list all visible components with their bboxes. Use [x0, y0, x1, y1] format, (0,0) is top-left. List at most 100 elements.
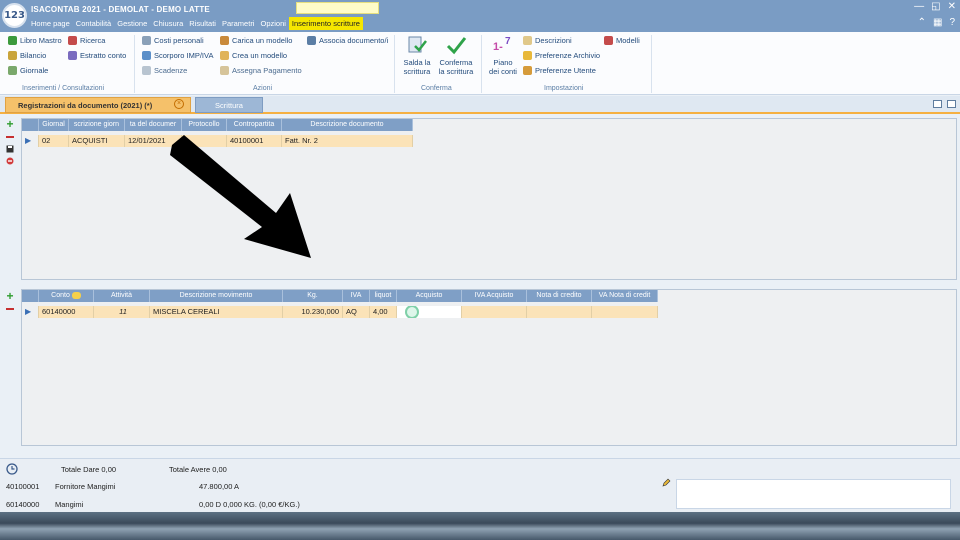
col-data-documento[interactable]: ta del documer [125, 119, 182, 131]
col-descrizione-giornale[interactable]: scrizione giorn [69, 119, 125, 131]
user-preferences-icon [523, 66, 532, 75]
conferma-scrittura-button[interactable]: Conferma la scrittura [436, 34, 476, 76]
bilancio-button[interactable]: Bilancio [8, 51, 46, 60]
tab-registrazioni[interactable]: Registrazioni da documento (2021) (*) [5, 97, 191, 113]
salda-scrittura-button[interactable]: Salda la scrittura [400, 34, 434, 76]
libro-mastro-button[interactable]: Libro Mastro [8, 36, 62, 45]
col-iva-nota-credito[interactable]: VA Nota di credit [592, 290, 658, 302]
remove-row-icon[interactable] [6, 308, 14, 310]
window-controls: — ◱ ✕ [914, 1, 956, 12]
row-indicator-header [22, 119, 39, 131]
menu-gestione[interactable]: Gestione [114, 17, 150, 30]
collapse-ribbon-icon[interactable]: ⌃ [918, 17, 926, 28]
crea-modello-button[interactable]: Crea un modello [220, 51, 287, 60]
footer-descrizione-1: Fornitore Mangimi [55, 482, 116, 491]
add-row-icon[interactable]: + [6, 118, 13, 130]
footer-descrizione-2: Mangimi [55, 500, 84, 509]
col-kg[interactable]: Kg. [283, 290, 343, 302]
footer-conto-1: 40100001 [6, 482, 40, 491]
menu-parametri[interactable]: Parametri [219, 17, 258, 30]
menu-home-page[interactable]: Home page [28, 17, 73, 30]
chart-of-accounts-icon: 1- 7 [493, 36, 511, 53]
quick-search-field[interactable] [296, 2, 379, 14]
save-icon[interactable] [6, 145, 14, 153]
group-label-impostazioni: Impostazioni [544, 85, 584, 92]
row-pointer-icon: ▶ [22, 306, 39, 318]
col-attivita[interactable]: Attività [94, 290, 150, 302]
calculator-icon [142, 51, 151, 60]
app-logo: 123 [2, 3, 27, 28]
bottom-grid-tools: + [6, 290, 14, 313]
col-nota-credito[interactable]: Nota di credito [527, 290, 592, 302]
cancel-icon[interactable] [6, 157, 14, 165]
assegna-pagamento-button[interactable]: Assegna Pagamento [220, 66, 302, 75]
carica-modello-button[interactable]: Carica un modello [220, 36, 292, 45]
totale-dare: Totale Dare 0,00 [61, 465, 117, 474]
scadenze-button[interactable]: Scadenze [142, 66, 187, 75]
menu-inserimento-scritture[interactable]: Inserimento scritture [288, 17, 363, 30]
scorporo-iva-button[interactable]: Scorporo IMP/IVA [142, 51, 213, 60]
row-pointer-icon: ▶ [22, 135, 39, 147]
templates-icon [604, 36, 613, 45]
menu-contabilita[interactable]: Contabilità [73, 17, 114, 30]
app-title: ISACONTAB 2021 - DEMOLAT - DEMO LATTE [31, 5, 210, 14]
col-contropartita[interactable]: Contropartita [227, 119, 282, 131]
split-view-icon[interactable] [947, 100, 956, 108]
col-iva[interactable]: IVA [343, 290, 370, 302]
descrizioni-button[interactable]: Descrizioni [523, 36, 572, 45]
preferenze-archivio-button[interactable]: Preferenze Archivio [523, 51, 600, 60]
menu-chiusura[interactable]: Chiusura [150, 17, 186, 30]
acquisto-edit-cell[interactable] [397, 306, 462, 318]
annotation-arrow-icon [170, 135, 311, 258]
folder-icon [523, 51, 532, 60]
close-icon[interactable]: ✕ [948, 1, 956, 12]
piano-conti-button[interactable]: 1- 7 Piano dei conti [487, 34, 519, 76]
comment-icon [71, 291, 81, 299]
col-iva-acquisto[interactable]: IVA Acquisto [462, 290, 527, 302]
ricerca-button[interactable]: Ricerca [68, 36, 105, 45]
attach-icon [307, 36, 316, 45]
svg-text:1-: 1- [493, 41, 503, 53]
menu-opzioni[interactable]: Opzioni [257, 17, 288, 30]
col-acquisto[interactable]: Acquisto [397, 290, 462, 302]
minimize-icon[interactable]: — [914, 1, 924, 12]
secondary-controls: ⌃ ▦ ? [918, 17, 955, 28]
menu-risultati[interactable]: Risultati [186, 17, 219, 30]
notes-field[interactable] [676, 479, 951, 509]
col-protocollo[interactable]: Protocollo [182, 119, 227, 131]
footer-valore-1: 47.800,00 A [199, 482, 240, 491]
help-icon[interactable]: ? [949, 17, 955, 28]
movement-grid-panel: Conto Attività Descrizione movimento Kg.… [21, 289, 957, 446]
restore-icon[interactable]: ◱ [931, 1, 940, 12]
ribbon: Libro Mastro Ricerca Bilancio Estratto c… [0, 32, 960, 95]
costi-personali-button[interactable]: Costi personali [142, 36, 204, 45]
book-icon [8, 36, 17, 45]
giornale-button[interactable]: Giornale [8, 66, 48, 75]
add-row-icon[interactable]: + [6, 290, 13, 302]
col-descrizione-movimento[interactable]: Descrizione movimento [150, 290, 283, 302]
pencil-icon[interactable] [662, 478, 671, 487]
ribbon-separator [394, 35, 395, 93]
people-icon [142, 36, 151, 45]
document-grid-header: Giornal scrizione giorn ta del documer P… [22, 119, 413, 131]
calculator-icon[interactable]: ▦ [933, 17, 942, 28]
table-row[interactable]: ▶ 60140000 11 MISCELA CEREALI 10.230,000… [22, 306, 658, 318]
col-aliquota[interactable]: liquot [370, 290, 397, 302]
col-conto[interactable]: Conto [39, 290, 94, 302]
preferenze-utente-button[interactable]: Preferenze Utente [523, 66, 596, 75]
col-descrizione-documento[interactable]: Descrizione documento [282, 119, 413, 131]
associa-documento-button[interactable]: Associa documento/i [307, 36, 388, 45]
layout-icon[interactable] [933, 100, 942, 108]
load-template-icon [220, 36, 229, 45]
calendar-icon [142, 66, 151, 75]
col-giornale[interactable]: Giornal [39, 119, 69, 131]
tab-close-icon[interactable]: × [174, 99, 184, 109]
tab-scrittura[interactable]: Scrittura [195, 97, 263, 113]
footer-conto-2: 60140000 [6, 500, 40, 509]
ribbon-separator [134, 35, 135, 93]
estratto-conto-button[interactable]: Estratto conto [68, 51, 126, 60]
modelli-button[interactable]: Modelli [604, 36, 640, 45]
title-bar: 123 ISACONTAB 2021 - DEMOLAT - DEMO LATT… [0, 0, 960, 32]
clock-icon[interactable] [6, 463, 18, 475]
remove-row-icon[interactable] [6, 136, 14, 138]
